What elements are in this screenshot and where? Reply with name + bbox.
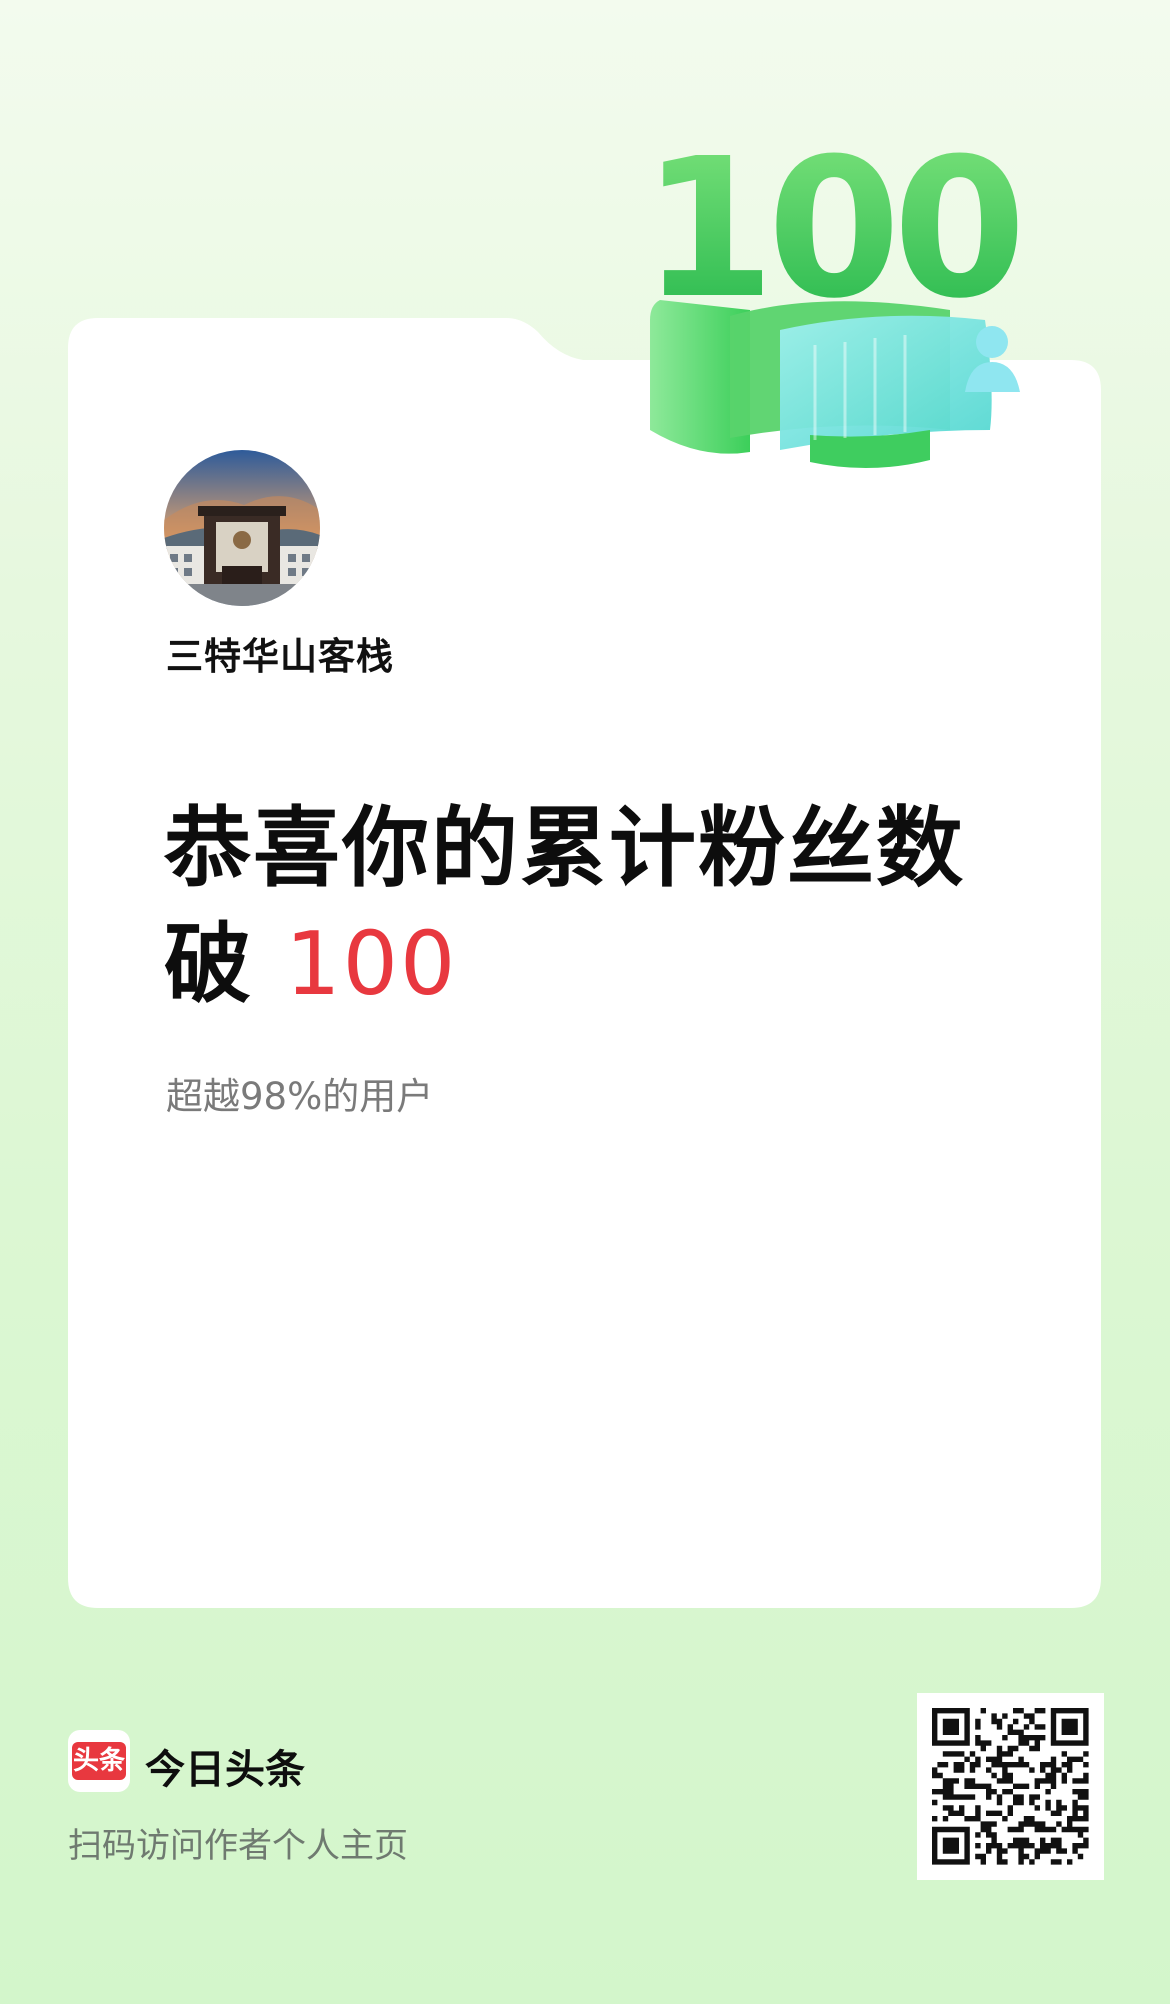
- logo-text: 头条: [72, 1742, 126, 1780]
- qr-modules: [932, 1708, 1089, 1865]
- qr-code-icon: [932, 1708, 1089, 1865]
- author-avatar[interactable]: [164, 450, 320, 606]
- scan-hint: 扫码访问作者个人主页: [68, 1826, 408, 1866]
- headline: 恭喜你的累计粉丝数破 100: [164, 790, 1044, 1022]
- subtitle: 超越98%的用户: [166, 1075, 434, 1118]
- author-name[interactable]: 三特华山客栈: [166, 626, 394, 680]
- toutiao-logo: 头条: [68, 1730, 130, 1792]
- building-photo-avatar: [164, 450, 320, 606]
- qr-code[interactable]: [917, 1693, 1104, 1880]
- milestone-100-badge: 100: [642, 130, 1020, 469]
- app-name: 今日头条: [145, 1747, 305, 1793]
- headline-number: 100: [285, 913, 458, 1015]
